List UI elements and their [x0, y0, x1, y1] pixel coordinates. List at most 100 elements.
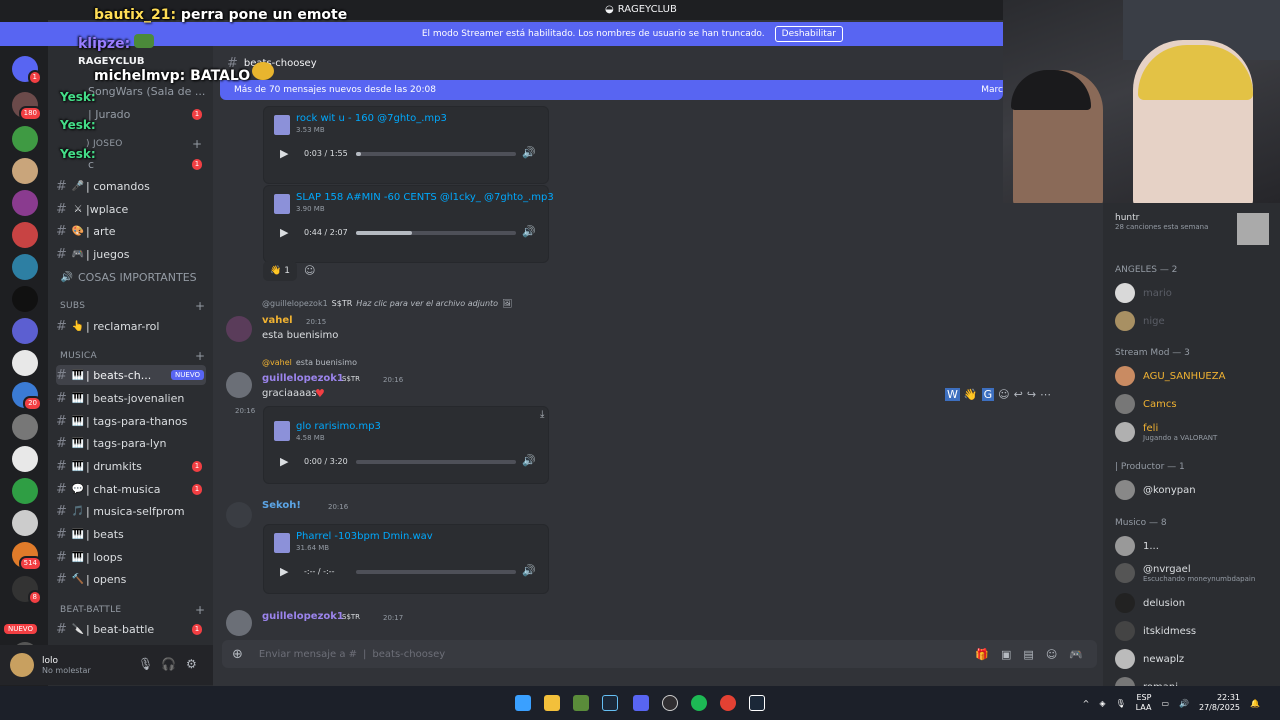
- channel-tags-para-thanos[interactable]: # 🎹 | tags-para-thanos: [56, 411, 206, 431]
- avatar[interactable]: [226, 610, 252, 636]
- member-item[interactable]: huntr 28 canciones esta semana: [1115, 213, 1208, 231]
- reaction[interactable]: 👋 1: [263, 261, 297, 281]
- add-channel-icon[interactable]: +: [195, 299, 205, 313]
- progress-bar[interactable]: [356, 231, 516, 235]
- play-icon[interactable]: ▶: [280, 226, 288, 239]
- message-author[interactable]: guillelopezok1: [262, 373, 344, 384]
- microphone-icon[interactable]: 🎙: [1116, 699, 1126, 708]
- settings-gear-icon[interactable]: ⚙: [186, 657, 197, 671]
- download-icon[interactable]: ⤓: [540, 409, 544, 420]
- channel-beats-jovenalien[interactable]: # 🎹 | beats-jovenalien: [56, 388, 206, 408]
- message-composer[interactable]: ⊕ Enviar mensaje a # | beats-choosey 🎁 ▣…: [222, 640, 1097, 668]
- channel-opens[interactable]: # 🔨 | opens: [56, 569, 206, 589]
- channel-drumkits[interactable]: # 🎹 | drumkits 1: [56, 456, 206, 476]
- channel-c[interactable]: c1: [88, 154, 206, 174]
- server-icon[interactable]: [12, 126, 38, 152]
- volume-icon[interactable]: 🔊: [522, 146, 536, 159]
- category-musica[interactable]: MUSICA +: [60, 349, 205, 363]
- volume-icon[interactable]: 🔊: [1179, 699, 1189, 708]
- channel-tags-para-lyn[interactable]: # 🎹 | tags-para-lyn: [56, 433, 206, 453]
- reply-preview[interactable]: @guillelopezok1 S$TR Haz clic para ver e…: [262, 299, 512, 308]
- server-icon[interactable]: 20: [12, 382, 42, 411]
- file-explorer-icon[interactable]: [544, 695, 560, 711]
- add-channel-icon[interactable]: +: [192, 137, 202, 151]
- channel-chat-musica[interactable]: # 💬 | chat-musica 1: [56, 479, 206, 499]
- disable-streamer-button[interactable]: Deshabilitar: [774, 26, 843, 42]
- add-channel-icon[interactable]: +: [195, 603, 205, 617]
- clock[interactable]: 22:31 27/8/2025: [1199, 693, 1240, 713]
- member-item[interactable]: delusion: [1115, 593, 1185, 613]
- language-indicator[interactable]: ESP LAA: [1136, 693, 1152, 713]
- file-name[interactable]: Pharrel -103bpm Dmin.wav: [296, 531, 433, 542]
- volume-icon[interactable]: 🔊: [522, 225, 536, 238]
- file-name[interactable]: glo rarisimo.mp3: [296, 421, 381, 432]
- message-author[interactable]: vahel: [262, 315, 293, 326]
- progress-bar[interactable]: [356, 460, 516, 464]
- volume-icon[interactable]: 🔊: [522, 564, 536, 577]
- channel-reclamar-rol[interactable]: # 👆 | reclamar-rol: [56, 316, 206, 336]
- network-icon[interactable]: ▭: [1161, 699, 1169, 708]
- headphones-icon[interactable]: 🎧: [161, 657, 176, 671]
- member-item[interactable]: @konypan: [1115, 480, 1196, 500]
- member-item[interactable]: 1...: [1115, 536, 1159, 556]
- voice-channel-songwars[interactable]: SongWars (Sala de ...: [88, 81, 238, 101]
- channel-beats[interactable]: # 🎹 | beats: [56, 524, 206, 544]
- forward-icon[interactable]: ↪: [1027, 388, 1036, 401]
- progress-bar[interactable]: [356, 152, 516, 156]
- chevron-up-icon[interactable]: ^: [1083, 699, 1090, 708]
- server-icon[interactable]: [12, 446, 38, 472]
- shield-icon[interactable]: ◈: [1099, 699, 1105, 708]
- w-emoji-icon[interactable]: W: [945, 388, 960, 401]
- volume-icon[interactable]: 🔊: [522, 454, 536, 467]
- server-icon[interactable]: [12, 254, 38, 280]
- steam-icon[interactable]: [602, 695, 618, 711]
- mark-read-link[interactable]: Marc: [981, 85, 1003, 95]
- emoji-icon[interactable]: ☺: [1046, 648, 1057, 661]
- server-icon[interactable]: [12, 478, 38, 504]
- member-item[interactable]: feli Jugando a VALORANT: [1115, 422, 1217, 442]
- server-icon[interactable]: [12, 286, 38, 312]
- file-name[interactable]: SLAP 158 A#MIN -60 CENTS @l1cky_ @7ghto_…: [296, 192, 554, 203]
- file-name[interactable]: rock wit u - 160 @7ghto_.mp3: [296, 113, 447, 124]
- discord-home-icon[interactable]: 1: [12, 56, 42, 85]
- member-item[interactable]: newaplz: [1115, 649, 1184, 669]
- member-item[interactable]: Camcs: [1115, 394, 1177, 414]
- server-icon[interactable]: 8: [12, 576, 42, 605]
- steam-icon[interactable]: [749, 695, 765, 711]
- avatar[interactable]: [10, 653, 34, 677]
- server-icon[interactable]: [12, 510, 38, 536]
- channel-jurado[interactable]: | Jurado 1: [88, 104, 206, 124]
- member-item[interactable]: mario: [1115, 283, 1172, 303]
- discord-icon[interactable]: [633, 695, 649, 711]
- app-icon[interactable]: [573, 695, 589, 711]
- notification-icon[interactable]: 🔔: [1250, 699, 1260, 708]
- add-reaction-icon[interactable]: ☺: [304, 264, 315, 277]
- microphone-icon[interactable]: 🎙: [138, 657, 153, 671]
- voice-channel-cosas-importantes[interactable]: 🔊 COSAS IMPORTANTES: [56, 267, 206, 287]
- channel-comandos[interactable]: # 🎤 | comandos: [56, 176, 206, 196]
- channel-arte[interactable]: # 🎨 | arte: [56, 221, 206, 241]
- channel-beat-battle[interactable]: # 🔪 | beat-battle 1: [56, 619, 206, 639]
- member-item[interactable]: AGU_SANHUEZA: [1115, 366, 1225, 386]
- play-icon[interactable]: ▶: [280, 565, 288, 578]
- member-item[interactable]: nige: [1115, 311, 1165, 331]
- reply-preview[interactable]: @vahel esta buenisimo: [262, 358, 357, 367]
- server-icon[interactable]: [12, 414, 38, 440]
- wave-emoji-icon[interactable]: 👋: [964, 388, 978, 401]
- new-messages-banner[interactable]: Más de 70 mensajes nuevos desde las 20:0…: [220, 80, 1003, 100]
- add-attachment-icon[interactable]: ⊕: [232, 647, 243, 662]
- play-icon[interactable]: ▶: [280, 455, 288, 468]
- server-icon[interactable]: 514: [12, 542, 42, 571]
- member-item[interactable]: @nvrgael Escuchando moneynumbdapain: [1115, 563, 1255, 583]
- member-item[interactable]: itskidmess: [1115, 621, 1196, 641]
- server-icon[interactable]: [12, 222, 38, 248]
- reply-icon[interactable]: ↩: [1014, 388, 1023, 401]
- member-item[interactable]: romani: [1115, 677, 1178, 686]
- sticker-icon[interactable]: ▤: [1023, 648, 1033, 661]
- gift-icon[interactable]: 🎁: [975, 648, 989, 661]
- avatar[interactable]: [226, 316, 252, 342]
- chrome-icon[interactable]: [720, 695, 736, 711]
- add-channel-icon[interactable]: +: [195, 349, 205, 363]
- obs-icon[interactable]: [662, 695, 678, 711]
- message-author[interactable]: Sekoh!: [262, 500, 301, 511]
